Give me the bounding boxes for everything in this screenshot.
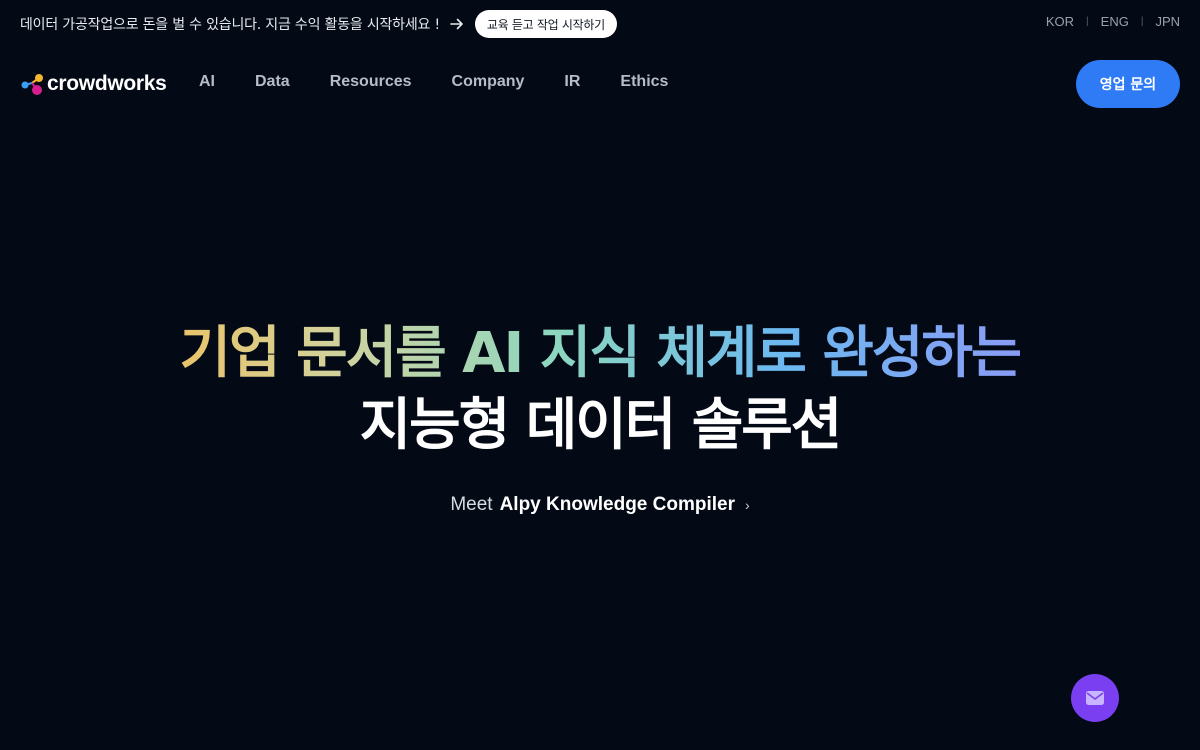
product-link-prefix: Meet (450, 494, 493, 515)
lang-jpn[interactable]: JPN (1155, 14, 1180, 29)
brand-wordmark: crowdworks (47, 72, 167, 95)
nav-item-ethics[interactable]: Ethics (620, 73, 668, 91)
nav-item-ai[interactable]: AI (199, 73, 215, 91)
hero-headline-line1: 기업 문서를 AI 지식 체계로 완성하는 (180, 318, 1023, 390)
chevron-right-icon: › (745, 497, 750, 513)
logo-mark-icon (21, 74, 43, 95)
hero-headline: 기업 문서를 AI 지식 체계로 완성하는 지능형 데이터 솔루션 (0, 318, 1200, 462)
nav-menu: AI Data Resources Company IR Ethics (199, 73, 708, 91)
hero-section: 기업 문서를 AI 지식 체계로 완성하는 지능형 데이터 솔루션 (0, 318, 1200, 462)
product-link-name: Alpy Knowledge Compiler (499, 494, 735, 515)
divider: | (1140, 16, 1144, 27)
mail-icon (1086, 691, 1104, 705)
language-switcher: KOR | ENG | JPN (1046, 14, 1180, 29)
start-training-button[interactable]: 교육 듣고 작업 시작하기 (474, 10, 617, 38)
contact-mail-button[interactable] (1071, 674, 1119, 722)
arrow-right-icon (450, 18, 464, 30)
lang-eng[interactable]: ENG (1101, 14, 1129, 29)
promo-banner: 데이터 가공작업으로 돈을 벌 수 있습니다. 지금 수익 활동을 시작하세요 … (20, 10, 617, 38)
divider: | (1086, 16, 1089, 27)
crowdworks-logo[interactable]: crowdworks (20, 72, 167, 96)
announcement-bar: 데이터 가공작업으로 돈을 벌 수 있습니다. 지금 수익 활동을 시작하세요 … (0, 0, 1200, 48)
promo-text: 데이터 가공작업으로 돈을 벌 수 있습니다. 지금 수익 활동을 시작하세요 … (20, 17, 440, 33)
nav-item-ir[interactable]: IR (564, 73, 580, 91)
hero-headline-line2: 지능형 데이터 솔루션 (359, 393, 843, 458)
lang-kor[interactable]: KOR (1046, 14, 1074, 29)
nav-item-resources[interactable]: Resources (330, 73, 412, 91)
main-navigation: crowdworks AI Data Resources Company IR … (0, 58, 1200, 110)
nav-item-company[interactable]: Company (452, 73, 525, 91)
sales-inquiry-button[interactable]: 영업 문의 (1076, 60, 1180, 108)
product-link[interactable]: Meet Alpy Knowledge Compiler › (0, 494, 1200, 516)
nav-item-data[interactable]: Data (255, 73, 290, 91)
